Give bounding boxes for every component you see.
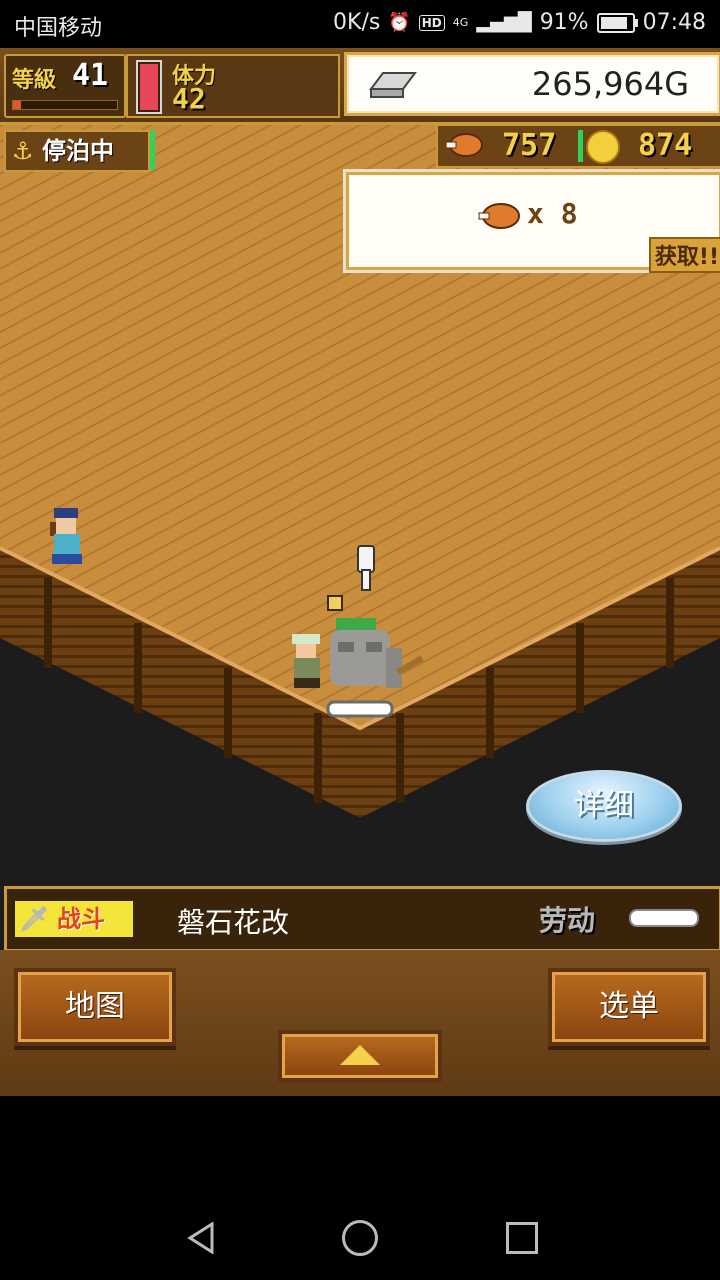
reward-get-label: 获取!! <box>648 237 720 273</box>
labor-label: 劳动 <box>539 904 596 937</box>
silver-ingot-icon <box>369 72 417 98</box>
expand-up-button[interactable] <box>282 1034 438 1078</box>
status-bar: 中国移动 0K/s ⏰ HD 4G ▂▄▆█ 91% 07:48 <box>0 0 720 48</box>
anchor-icon: ⚓ <box>12 137 34 165</box>
map-button[interactable]: 地图 <box>18 972 172 1042</box>
sleep-icon <box>327 595 343 611</box>
coin-count: 874 <box>638 128 693 163</box>
level-label: 等級 <box>12 68 57 93</box>
clock: 07:48 <box>642 10 706 35</box>
reward-popup[interactable]: x 8 获取!! <box>346 172 720 273</box>
reward-meat-icon <box>478 203 520 229</box>
battle-tag: 🗡 战斗 <box>15 901 133 937</box>
reward-quantity: x 8 <box>527 197 578 230</box>
home-icon[interactable] <box>342 1220 378 1256</box>
exp-bar <box>12 100 118 110</box>
labor-bar <box>629 909 699 927</box>
level-panel: 等級 41 <box>4 54 126 118</box>
alarm-icon: ⏰ <box>388 12 411 33</box>
status-icons: 0K/s ⏰ HD 4G ▂▄▆█ 91% 07:48 <box>333 10 706 35</box>
anchor-status-indicator <box>150 130 155 170</box>
stamina-gauge <box>136 60 162 114</box>
crew-character <box>292 634 320 688</box>
chevron-up-icon <box>340 1045 380 1065</box>
stamina-panel: 体力 42 <box>126 54 340 118</box>
gold-panel: 265,964G <box>344 52 720 116</box>
meat-count: 757 <box>502 128 557 163</box>
coin-icon <box>586 130 620 164</box>
monster-hp-bar <box>326 700 394 718</box>
battery-percent: 91% <box>539 10 589 35</box>
sword-icon: 🗡 <box>19 905 50 933</box>
net-speed: 0K/s <box>333 10 381 35</box>
detail-button[interactable]: 详细 <box>526 770 682 842</box>
battery-icon <box>596 12 638 33</box>
anchor-status[interactable]: ⚓ 停泊中 <box>4 130 150 172</box>
unit-info-bar[interactable]: 🗡 战斗 磐石花改 劳动 <box>4 886 720 952</box>
resource-panel: 757 874 <box>436 124 720 168</box>
system-nav-bar <box>0 1196 720 1280</box>
monster-name: 磐石花改 <box>177 906 290 939</box>
gold-value: 265,964G <box>531 65 689 103</box>
battle-label: 战斗 <box>57 905 105 933</box>
stamina-value: 42 <box>172 82 206 115</box>
menu-button[interactable]: 选单 <box>552 972 706 1042</box>
sailor-character <box>50 508 82 564</box>
signal-icon: ▂▄▆█ <box>476 12 532 33</box>
hd-icon: HD <box>418 14 445 31</box>
network-type: 4G <box>452 16 469 29</box>
anchor-status-label: 停泊中 <box>42 137 114 165</box>
recent-apps-icon[interactable] <box>506 1222 538 1254</box>
carrier-label: 中国移动 <box>14 16 103 41</box>
back-icon[interactable] <box>186 1222 216 1254</box>
meat-icon <box>445 133 483 157</box>
bottom-panel: 地图 选单 <box>0 950 720 1096</box>
top-hud: 等級 41 体力 42 265,964G <box>0 48 720 125</box>
game-viewport[interactable]: 等級 41 体力 42 265,964G ⚓ 停泊中 757 874 x 8 获… <box>0 48 720 1096</box>
level-value: 41 <box>72 58 109 93</box>
